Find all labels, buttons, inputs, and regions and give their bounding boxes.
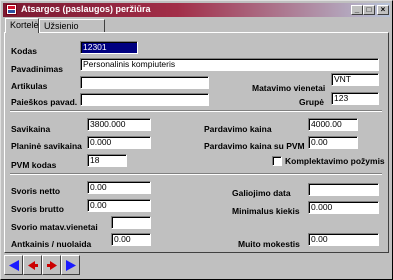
planine-savikaina-label: Planinė savikaina	[11, 141, 82, 151]
grupe-label: Grupė	[299, 97, 325, 107]
svoris-netto-field[interactable]: 0.00	[87, 181, 151, 194]
minimalus-kiekis-label: Minimalus kiekis	[232, 206, 300, 216]
tab-uzsienio-kalba[interactable]: Užsienio kalba	[39, 19, 105, 42]
grupe-field[interactable]: 123	[331, 92, 379, 105]
antkainis-label: Antkainis / nuolaida	[11, 239, 92, 249]
minimize-button[interactable]: _	[351, 5, 363, 15]
first-record-icon	[9, 260, 19, 271]
next-record-icon	[47, 261, 57, 270]
pvm-kodas-label: PVM kodas	[11, 160, 57, 170]
maximize-button[interactable]: □	[363, 5, 375, 15]
last-record-button[interactable]	[61, 255, 80, 275]
pardavimo-kaina-label: Pardavimo kaina	[204, 124, 272, 134]
pardavimo-kaina-field[interactable]: 4000.00	[308, 118, 358, 131]
svoris-brutto-field[interactable]: 0.00	[87, 199, 151, 212]
pardavimo-kaina-su-pvm-label: Pardavimo kaina su PVM	[204, 141, 305, 151]
previous-record-button[interactable]	[23, 255, 42, 275]
svoris-brutto-label: Svoris brutto	[11, 204, 64, 214]
kodas-label: Kodas	[11, 46, 37, 56]
previous-record-icon	[28, 261, 38, 270]
muito-mokestis-label: Muito mokestis	[238, 239, 300, 249]
pavadinimas-label: Pavadinimas	[11, 64, 63, 74]
galiojimo-data-label: Galiojimo data	[232, 188, 291, 198]
first-record-button[interactable]	[4, 255, 23, 275]
svorio-matav-field[interactable]	[111, 216, 151, 229]
galiojimo-data-field[interactable]	[308, 183, 379, 196]
matavimo-vienetai-label: Matavimo vienetai	[252, 83, 326, 93]
pardavimo-kaina-su-pvm-field[interactable]: 0.00	[308, 136, 358, 149]
artikulas-field[interactable]	[80, 76, 209, 89]
pvm-kodas-field[interactable]: 18	[87, 154, 127, 167]
title-bar[interactable]: Atsargos (paslaugos) peržiūra _ □ ×	[3, 3, 390, 17]
matavimo-vienetai-field[interactable]: VNT	[331, 73, 379, 86]
product-view-window: Atsargos (paslaugos) peržiūra _ □ × Kort…	[0, 0, 393, 280]
pavadinimas-field[interactable]: Personalinis kompiuteris	[80, 58, 379, 71]
antkainis-field[interactable]: 0.00	[111, 233, 151, 246]
minimalus-kiekis-field[interactable]: 0.000	[308, 201, 379, 214]
card-panel: Kodas 12301 Pavadinimas Personalinis kom…	[4, 32, 389, 253]
tab-kortele[interactable]: Kortelė	[5, 18, 39, 33]
separator	[10, 173, 382, 175]
savikaina-field[interactable]: 3800.000	[87, 118, 151, 131]
last-record-icon	[66, 260, 76, 271]
komplektavimo-checkbox[interactable]	[272, 156, 282, 166]
savikaina-label: Savikaina	[11, 124, 51, 134]
separator	[10, 110, 382, 112]
app-icon	[6, 4, 17, 15]
kodas-field[interactable]: 12301	[80, 41, 138, 54]
artikulas-label: Artikulas	[11, 81, 48, 91]
muito-mokestis-field[interactable]: 0.00	[308, 233, 379, 246]
planine-savikaina-field[interactable]: 0.000	[87, 136, 151, 149]
komplektavimo-label[interactable]: Komplektavimo požymis	[285, 156, 385, 166]
window-title: Atsargos (paslaugos) peržiūra	[21, 4, 151, 14]
paieskos-pavad-label: Paieškos pavad.	[11, 97, 78, 107]
next-record-button[interactable]	[42, 255, 61, 275]
svorio-matav-label: Svorio matav.vienetai	[11, 222, 98, 232]
close-button[interactable]: ×	[377, 5, 389, 15]
svoris-netto-label: Svoris netto	[11, 186, 61, 196]
paieskos-pavad-field[interactable]	[80, 93, 209, 106]
